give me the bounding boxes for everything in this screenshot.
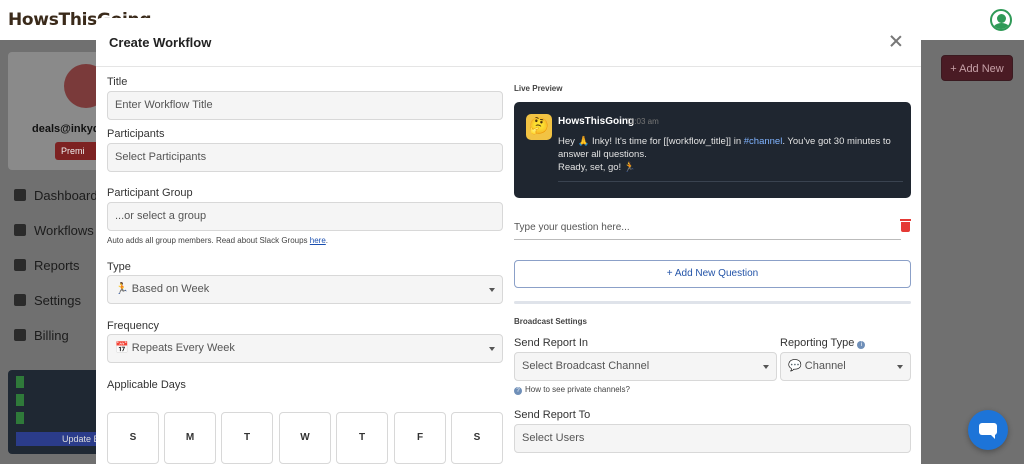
info-icon[interactable]: i xyxy=(857,341,866,349)
bot-name: HowsThisGoing xyxy=(558,116,635,127)
type-label: Type xyxy=(107,261,131,273)
nav-label: Workflows xyxy=(34,223,94,238)
nav-item-reports[interactable]: Reports xyxy=(14,258,104,273)
gear-icon xyxy=(14,294,26,306)
create-workflow-modal: Create Workflow Title Enter Workflow Tit… xyxy=(96,18,921,464)
help-text-end: . xyxy=(325,236,329,245)
message-line-2: Ready, set, go! 🏃 xyxy=(558,162,636,173)
preview-message: Hey 🙏 Inky! It's time for [[workflow_tit… xyxy=(558,135,903,174)
participants-label: Participants xyxy=(107,128,165,140)
section-separator xyxy=(514,301,911,304)
slack-groups-link[interactable]: here xyxy=(310,236,326,245)
preview-divider xyxy=(558,181,903,182)
frequency-select[interactable]: 📅 Repeats Every Week xyxy=(107,334,503,363)
billing-icon xyxy=(14,329,26,341)
day-friday[interactable]: F xyxy=(394,412,446,464)
applicable-days-label: Applicable Days xyxy=(107,379,186,391)
checklist-row xyxy=(16,376,92,388)
reporting-type-label: Reporting Type i xyxy=(780,337,866,349)
help-link: How to see private channels? xyxy=(525,385,630,394)
frequency-label: Frequency xyxy=(107,320,159,332)
nav-label: Reports xyxy=(34,258,80,273)
update-button[interactable]: Update B xyxy=(16,432,100,446)
add-new-question-button[interactable]: + Add New Question xyxy=(514,260,911,288)
help-text: Auto adds all group members. Read about … xyxy=(107,236,310,245)
participant-group-select[interactable]: ...or select a group xyxy=(107,202,503,231)
send-report-in-label: Send Report In xyxy=(514,337,588,349)
channel-mention: #channel xyxy=(743,136,783,147)
trash-icon[interactable] xyxy=(900,219,911,232)
type-select[interactable]: 🏃 Based on Week xyxy=(107,275,503,304)
nav-label: Settings xyxy=(34,293,81,308)
premium-badge: Premi xyxy=(55,142,100,160)
day-saturday[interactable]: S xyxy=(451,412,503,464)
user-avatar-icon[interactable] xyxy=(990,9,1012,31)
add-new-button[interactable]: + Add New xyxy=(941,55,1013,81)
day-tuesday[interactable]: T xyxy=(221,412,273,464)
reporting-type-value: Channel xyxy=(804,360,846,372)
message-text: Hey 🙏 Inky! It's time for [[workflow_tit… xyxy=(558,136,744,147)
day-wednesday[interactable]: W xyxy=(279,412,331,464)
close-icon[interactable] xyxy=(889,34,903,48)
runner-icon: 🏃 xyxy=(115,283,129,295)
bot-avatar: 🤔 xyxy=(526,114,552,140)
day-sunday[interactable]: S xyxy=(107,412,159,464)
frequency-value: Repeats Every Week xyxy=(131,342,235,354)
checklist-row xyxy=(16,412,92,424)
nav-item-billing[interactable]: Billing xyxy=(14,328,104,343)
broadcast-settings-heading: Broadcast Settings xyxy=(514,317,587,326)
day-monday[interactable]: M xyxy=(164,412,216,464)
select-users-input[interactable]: Select Users xyxy=(514,424,911,453)
nav-item-dashboard[interactable]: Dashboard xyxy=(14,188,104,203)
participant-group-label: Participant Group xyxy=(107,187,193,199)
type-value: Based on Week xyxy=(131,283,210,295)
chat-bubble-icon: 💬 xyxy=(788,360,802,372)
participants-select[interactable]: Select Participants xyxy=(107,143,503,172)
nav-label: Billing xyxy=(34,328,69,343)
title-input[interactable]: Enter Workflow Title xyxy=(107,91,503,120)
workflows-icon xyxy=(14,224,26,236)
checklist-row xyxy=(16,394,92,406)
modal-header: Create Workflow xyxy=(96,18,921,67)
nav-item-settings[interactable]: Settings xyxy=(14,293,104,308)
broadcast-channel-select[interactable]: Select Broadcast Channel xyxy=(514,352,777,381)
reports-icon xyxy=(14,259,26,271)
question-icon: ? xyxy=(514,387,522,395)
live-preview-card: 🤔 HowsThisGoing 11:03 am Hey 🙏 Inky! It'… xyxy=(514,102,911,198)
calendar-icon: 📅 xyxy=(115,342,129,354)
live-preview-label: Live Preview xyxy=(514,84,563,93)
question-input[interactable]: Type your question here... xyxy=(514,216,901,240)
group-help-text: Auto adds all group members. Read about … xyxy=(107,236,328,245)
onboarding-checklist: Update B xyxy=(8,370,100,454)
nav-item-workflows[interactable]: Workflows xyxy=(14,223,104,238)
dashboard-icon xyxy=(14,189,26,201)
chat-support-button[interactable] xyxy=(968,410,1008,450)
bot-timestamp: 11:03 am xyxy=(626,117,659,126)
modal-title: Create Workflow xyxy=(109,35,212,50)
send-report-to-label: Send Report To xyxy=(514,409,591,421)
day-thursday[interactable]: T xyxy=(336,412,388,464)
private-channels-help[interactable]: ? How to see private channels? xyxy=(514,385,630,395)
label-text: Reporting Type xyxy=(780,337,855,349)
nav-label: Dashboard xyxy=(34,188,98,203)
reporting-type-select[interactable]: 💬 Channel xyxy=(780,352,911,381)
title-label: Title xyxy=(107,76,128,88)
profile-email: deals@inkyd xyxy=(32,123,100,135)
